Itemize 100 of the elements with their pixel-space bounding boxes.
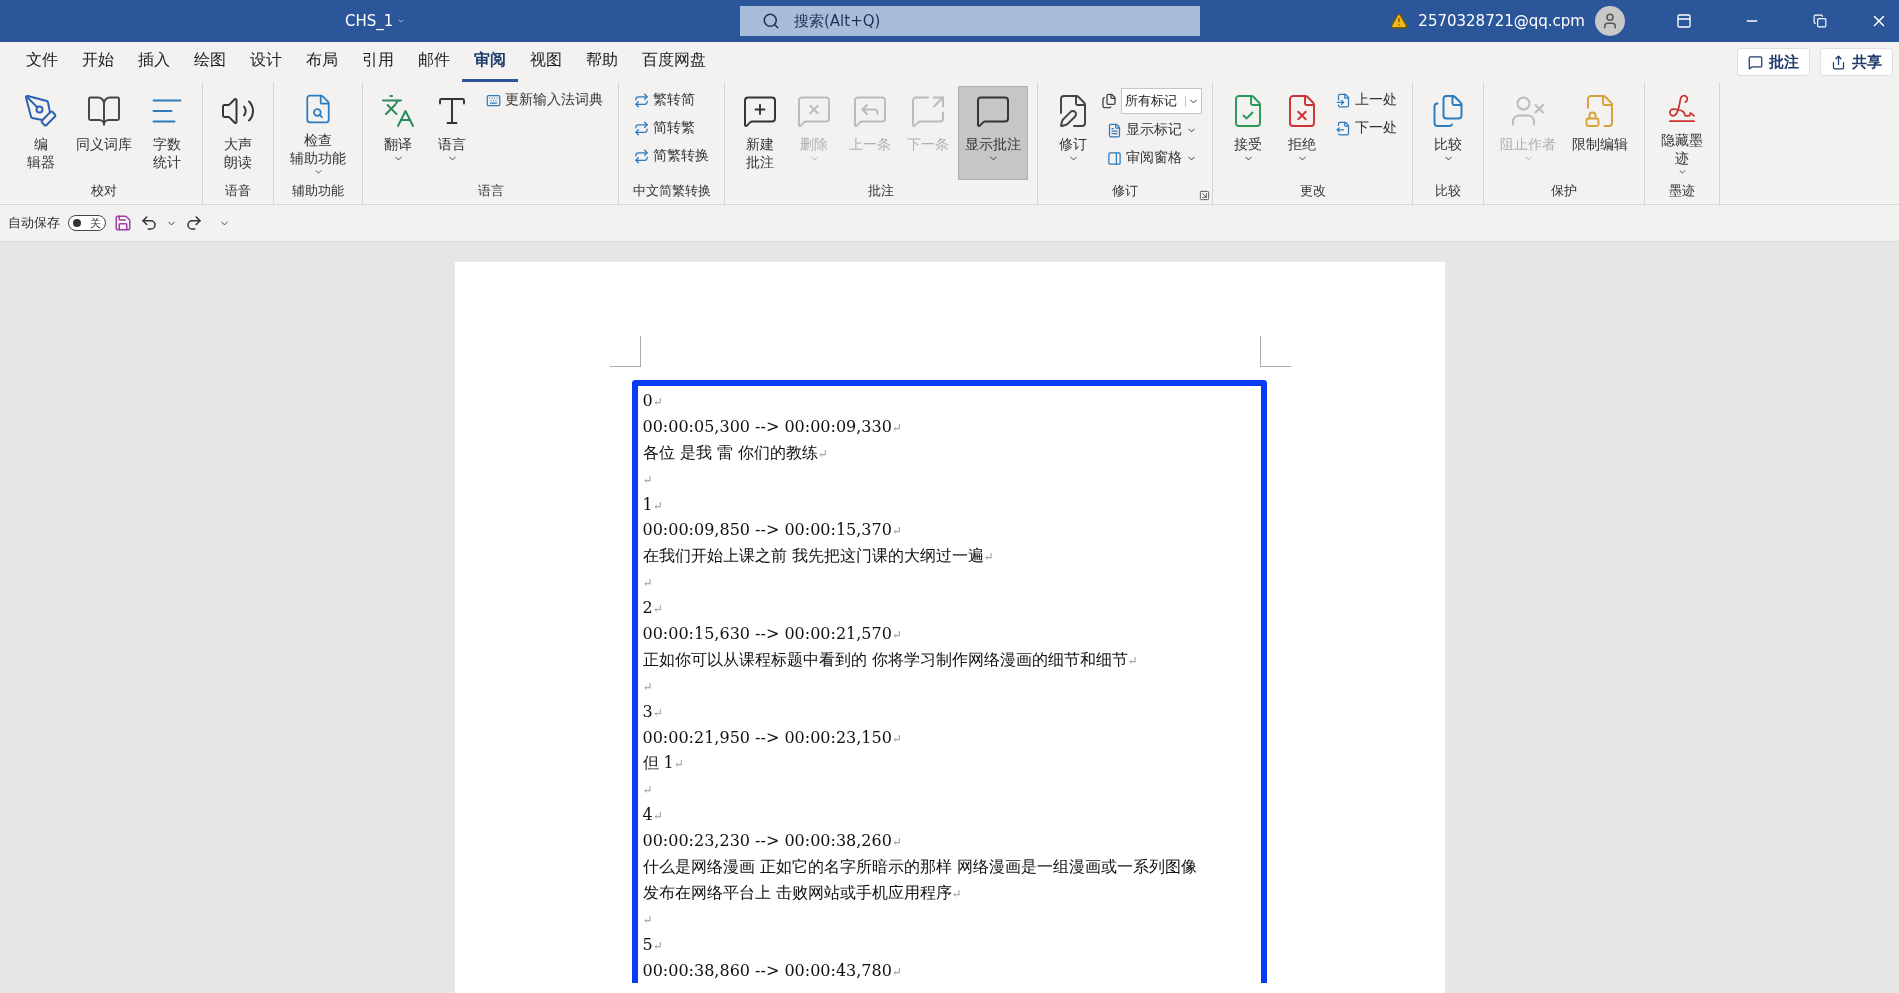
document-line: ↵ [642,678,654,696]
ribbon-button[interactable]: 修订 [1047,86,1099,180]
document-line: 5↵ [642,933,664,956]
document-line: 0↵ [642,390,664,412]
document-line: 00:00:09,850 --> 00:00:15,370↵ [642,519,903,542]
document-line: 发布在网络平台上 击败网站或手机应用程序↵ [642,881,963,904]
ribbon-tab[interactable]: 百度网盘 [630,42,718,82]
ribbon-tab[interactable]: 设计 [238,42,294,82]
warning-icon [1390,12,1409,30]
ribbon-button[interactable]: 更新输入法词典 [480,88,609,112]
group-label: 比较 [1435,182,1461,200]
ribbon-button[interactable]: 审阅窗格 [1101,146,1203,170]
markup-dropdown[interactable]: 所有标记 [1121,88,1202,114]
ribbon-button[interactable]: 隐藏墨 迹 [1654,86,1710,180]
undo-icon[interactable] [140,214,158,232]
ribbon-button[interactable]: 编 辑器 [15,86,67,180]
group-label: 修订 [1112,182,1138,200]
translate-icon [380,93,416,129]
document-arrow-icon [1336,120,1351,136]
document-line: 00:00:23,230 --> 00:00:38,260↵ [642,830,903,853]
ribbon-button[interactable]: 显示批注 [958,86,1028,180]
caret-icon [1676,167,1688,177]
document-line: ↵ [642,471,654,489]
group-label: 更改 [1299,182,1326,200]
ribbon-tab[interactable]: 文件 [14,42,70,82]
ribbon-button[interactable]: 下一处 [1330,116,1403,140]
autosave-toggle[interactable]: 关 [68,215,106,231]
ribbon-button[interactable]: 限制编辑 [1565,86,1635,180]
ribbon-tab[interactable]: 插入 [126,42,182,82]
ribbon-tab[interactable]: 视图 [518,42,574,82]
account-name[interactable]: 2570328721@qq.cpm [1418,12,1585,30]
ribbon-button[interactable]: 大声 朗读 [212,86,264,180]
ribbon-button[interactable]: 简转繁 [628,116,715,140]
search-field[interactable]: 搜索(Alt+Q) [740,6,1200,36]
crop-mark [609,336,641,367]
document-line: 00:00:15,630 --> 00:00:21,570↵ [642,623,903,645]
group-label: 中文简繁转换 [632,182,711,200]
ribbon-button[interactable]: 同义词库 [69,86,139,180]
group-label: 批注 [868,182,894,200]
document-line: 1↵ [642,493,664,516]
autosave-label: 自动保存 [8,214,60,232]
ribbon-display-icon[interactable] [1676,13,1692,29]
group-label: 保护 [1551,182,1577,200]
ribbon-button[interactable]: 简繁转换 [628,144,715,168]
document-line: 3↵ [642,700,664,723]
ribbon-tab[interactable]: 布局 [294,42,350,82]
pen-icon [23,93,59,129]
ribbon-button[interactable]: 繁转简 [628,88,715,112]
group-label: 校对 [91,182,117,200]
avatar[interactable] [1595,6,1625,36]
document-line: ↵ [642,911,654,929]
document-line: ↵ [642,575,654,593]
document-line: 正如你可以从课程标题中看到的 你将学习制作网络漫画的细节和细节↵ [642,648,1139,671]
comments-button[interactable]: 批注 [1737,48,1810,76]
ribbon-button[interactable]: 检查 辅助功能 [283,86,353,180]
dialog-launcher-icon[interactable] [1199,190,1210,201]
convert-icon [634,120,649,136]
caret-icon [312,167,324,177]
ribbon-tab[interactable]: 开始 [70,42,126,82]
group-label: 墨迹 [1669,182,1695,200]
ribbon-button[interactable]: 拒绝 [1276,86,1328,180]
share-button[interactable]: 共享 [1820,48,1893,76]
ribbon-button[interactable]: 语言 [426,86,478,180]
document-line: 各位 是我 雷 你们的教练↵ [642,441,829,464]
group-label: 辅助功能 [292,182,344,200]
convert-icon [634,92,649,108]
restore-icon[interactable] [1813,14,1827,28]
documents-icon [1101,93,1117,109]
ribbon-tab[interactable]: 邮件 [406,42,462,82]
ribbon-button[interactable]: 显示标记 [1101,118,1203,142]
ribbon-tab[interactable]: 绘图 [182,42,238,82]
ribbon-button[interactable]: 比较 [1422,86,1474,180]
ribbon-button[interactable]: 上一处 [1330,88,1403,112]
redo-icon[interactable] [185,214,203,232]
ribbon-button[interactable]: 接受 [1222,86,1274,180]
document-line: 什么是网络漫画 正如它的名字所暗示的那样 网络漫画是一组漫画或一系列图像 [642,856,1198,879]
comment-icon [1748,54,1763,70]
document-arrow-icon [1336,92,1351,108]
document-line: 00:00:05,300 --> 00:00:09,330↵ [642,415,903,438]
ribbon-tab[interactable]: 帮助 [574,42,630,82]
ribbon-button[interactable]: 字数 统计 [141,86,193,180]
group-label: 语言 [477,182,504,200]
document-line: 00:00:21,950 --> 00:00:23,150↵ [642,726,903,749]
pane-icon [1107,150,1122,166]
document-line: 但 1↵ [642,752,685,775]
ribbon-button[interactable]: 新建 批注 [734,86,786,180]
ribbon-button[interactable]: 翻译 [372,86,424,180]
crop-mark [1259,336,1291,367]
document-line: ↵ [642,782,654,800]
document-icon [1107,122,1122,138]
document-title[interactable]: CHS_1 [345,12,405,30]
document-line: 00:00:38,860 --> 00:00:43,780↵ [642,959,903,982]
document-line: 在我们开始上课之前 我先把这门课的大纲过一遍↵ [642,545,995,568]
document-line: 2↵ [642,597,664,620]
save-icon[interactable] [114,214,132,232]
ribbon-tab[interactable]: 引用 [350,42,406,82]
convert-icon [634,148,649,164]
group-label: 语音 [225,182,251,200]
search-icon [762,12,780,30]
share-icon [1831,54,1846,70]
